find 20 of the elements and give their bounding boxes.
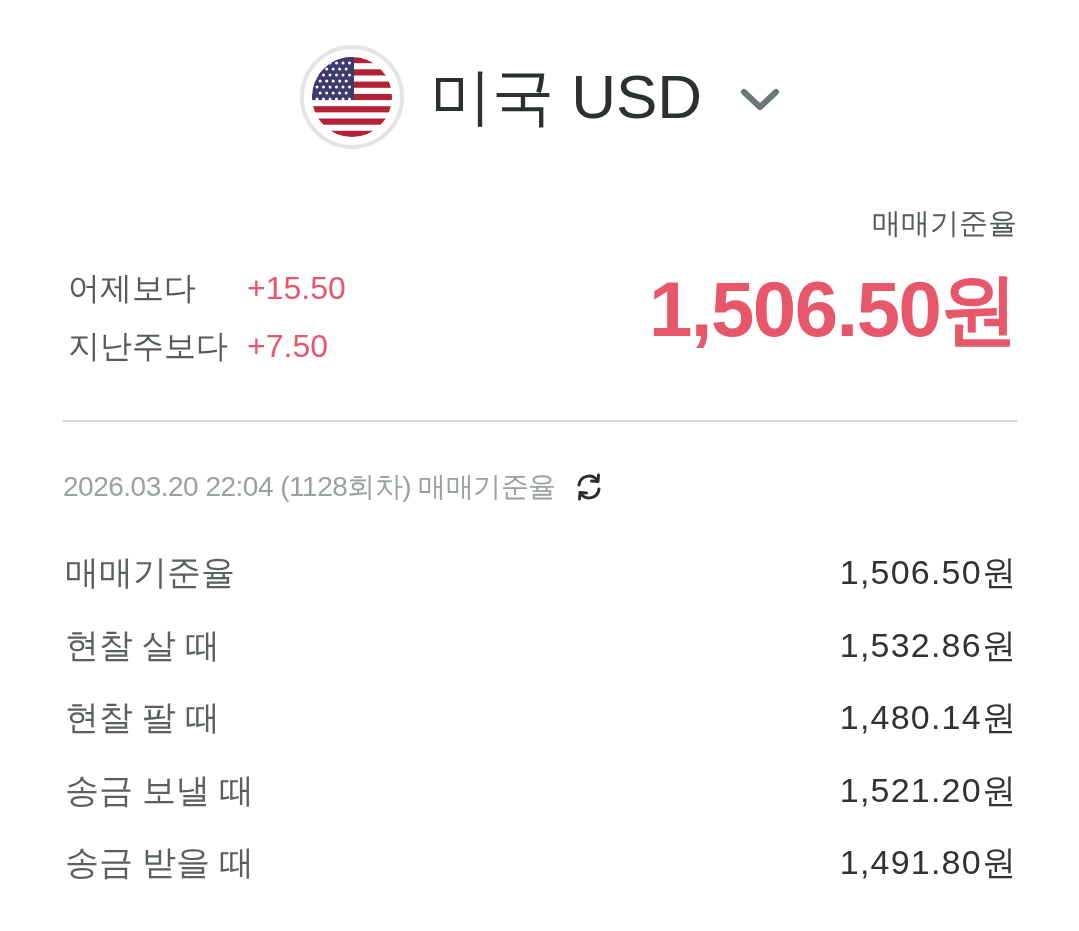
change-value: +7.50: [247, 330, 328, 362]
rate-type-label: 현찰 팔 때: [64, 700, 220, 735]
us-flag-icon: [299, 45, 404, 149]
rate-value: 1,521.20원: [839, 772, 1017, 807]
rate-type-label: 송금 받을 때: [64, 845, 254, 880]
rate-value: 1,532.86원: [839, 627, 1017, 662]
rate-value: 1,506.50원: [839, 555, 1017, 590]
rate-value: 1,480.14원: [839, 700, 1017, 735]
change-label: 어제보다: [67, 272, 197, 304]
change-value: +15.50: [247, 272, 346, 304]
rate-type-label: 현찰 살 때: [64, 627, 220, 662]
rate-value: 1,491.80원: [839, 845, 1017, 880]
change-label: 지난주보다: [67, 330, 229, 362]
rate-type-label: 송금 보낼 때: [64, 772, 254, 807]
rate-type-label: 매매기준율: [64, 555, 235, 590]
chevron-down-icon[interactable]: [740, 88, 781, 112]
currency-title: 미국 USD: [429, 66, 703, 128]
rate-label: 매매기준율: [872, 209, 1017, 238]
exchange-rate-value: 1,506.50원: [648, 270, 1017, 348]
update-timestamp: 2026.03.20 22:04 (1128회차) 매매기준율: [63, 473, 556, 501]
